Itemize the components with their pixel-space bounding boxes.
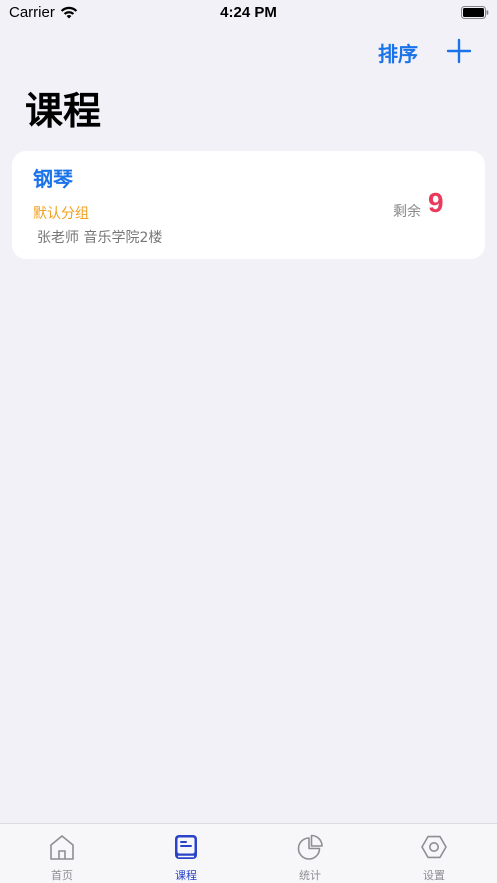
tab-courses[interactable]: 课程 (124, 824, 248, 883)
tab-stats[interactable]: 统计 (248, 824, 372, 883)
tab-label-stats: 统计 (299, 869, 321, 882)
sort-button[interactable]: 排序 (378, 38, 418, 67)
tab-home[interactable]: 首页 (0, 824, 124, 883)
course-name: 钢琴 (33, 167, 73, 191)
page-title: 课程 (25, 89, 102, 133)
tab-label-settings: 设置 (423, 869, 445, 882)
tab-label-home: 首页 (51, 869, 73, 882)
book-icon (175, 835, 197, 859)
course-card[interactable]: 钢琴 默认分组 张老师 音乐学院2楼 剩余 9 (12, 151, 485, 259)
course-meta: 张老师 音乐学院2楼 (37, 230, 163, 246)
status-bar: Carrier 4:24 PM (0, 0, 497, 28)
plus-icon[interactable] (446, 38, 472, 64)
remaining-label: 剩余 (393, 204, 421, 220)
status-time: 4:24 PM (220, 4, 277, 21)
home-icon (50, 835, 74, 860)
tab-bar: 首页 课程 统计 设置 (0, 823, 497, 883)
screen: Carrier 4:24 PM 排序 课程 钢琴 默认分组 张老师 音乐学院2楼… (0, 0, 497, 883)
remaining-count: 9 (428, 187, 444, 218)
tab-label-courses: 课程 (175, 869, 197, 882)
course-group: 默认分组 (33, 206, 89, 222)
tab-settings[interactable]: 设置 (372, 824, 496, 883)
settings-icon (421, 835, 447, 859)
pie-chart-icon (297, 834, 323, 860)
battery-icon (461, 6, 489, 19)
